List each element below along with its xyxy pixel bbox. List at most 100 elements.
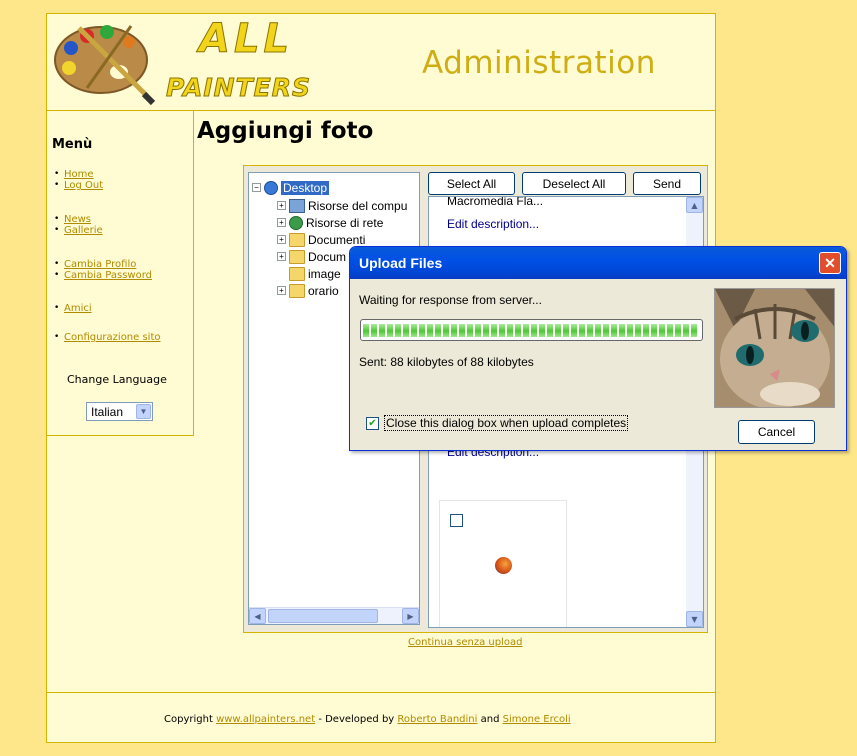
file-name-partial: Macromedia Fla... bbox=[447, 196, 544, 208]
menu-group-profile: • Cambia Profilo • Cambia Password bbox=[54, 259, 152, 281]
footer-divider bbox=[47, 692, 715, 693]
site-logo[interactable]: ALL PAINTERS bbox=[49, 16, 321, 106]
progress-segment bbox=[371, 324, 377, 337]
progress-segment bbox=[387, 324, 393, 337]
progress-segment bbox=[467, 324, 473, 337]
tree-row-documenti[interactable]: + Documenti bbox=[277, 231, 365, 248]
author-link-roberto[interactable]: Roberto Bandini bbox=[397, 714, 477, 725]
progress-segment bbox=[483, 324, 489, 337]
progress-segment bbox=[475, 324, 481, 337]
progress-segment bbox=[515, 324, 521, 337]
tree-row-desktop[interactable]: − Desktop bbox=[252, 179, 330, 196]
menu-group-content: • News • Gallerie bbox=[54, 214, 103, 236]
site-link[interactable]: www.allpainters.net bbox=[216, 714, 315, 725]
close-when-complete-label[interactable]: Close this dialog box when upload comple… bbox=[384, 415, 629, 431]
progress-segment bbox=[379, 324, 385, 337]
progress-fill bbox=[363, 323, 700, 337]
file-select-checkbox[interactable] bbox=[450, 514, 463, 527]
tree-label-desktop: Desktop bbox=[281, 180, 330, 195]
cat-photo-icon bbox=[715, 289, 834, 407]
folder-icon bbox=[289, 283, 305, 298]
header: ALL PAINTERS Administration bbox=[47, 14, 715, 111]
progress-segment bbox=[595, 324, 601, 337]
tree-row-docum[interactable]: + Docum bbox=[277, 248, 346, 265]
deselect-all-button[interactable]: Deselect All bbox=[522, 172, 626, 195]
progress-segment bbox=[635, 324, 641, 337]
preview-image bbox=[714, 288, 835, 408]
progress-segment bbox=[435, 324, 441, 337]
collapse-icon[interactable]: − bbox=[252, 183, 261, 192]
file-thumbnail[interactable] bbox=[439, 500, 567, 627]
expand-icon[interactable]: + bbox=[277, 218, 286, 227]
menu-link-news[interactable]: News bbox=[64, 214, 91, 225]
progress-segment bbox=[403, 324, 409, 337]
logo-text-all: ALL bbox=[199, 16, 293, 63]
tree-label: Risorse di rete bbox=[306, 215, 384, 230]
menu-link-cambia-profilo[interactable]: Cambia Profilo bbox=[64, 259, 136, 270]
sidebar: Menù • Home • Log Out • News • Gallerie • Cam… bbox=[47, 111, 194, 436]
progress-segment bbox=[523, 324, 529, 337]
cancel-button[interactable]: Cancel bbox=[738, 420, 815, 444]
upload-progress-bar bbox=[360, 319, 703, 341]
chevron-down-icon[interactable]: ▼ bbox=[136, 404, 151, 419]
folder-icon bbox=[289, 266, 305, 281]
progress-segment bbox=[499, 324, 505, 337]
close-icon[interactable]: ✕ bbox=[819, 252, 841, 274]
progress-segment bbox=[667, 324, 673, 337]
progress-segment bbox=[611, 324, 617, 337]
developed-by-text: - Developed by bbox=[318, 714, 395, 725]
progress-segment bbox=[411, 324, 417, 337]
page-title: Aggiungi foto bbox=[197, 118, 374, 144]
progress-segment bbox=[555, 324, 561, 337]
author-link-simone[interactable]: Simone Ercoli bbox=[503, 714, 571, 725]
status-text: Waiting for response from server... bbox=[359, 293, 542, 307]
progress-segment bbox=[547, 324, 553, 337]
progress-segment bbox=[395, 324, 401, 337]
menu-group-config: • Configurazione sito bbox=[54, 332, 182, 354]
progress-segment bbox=[491, 324, 497, 337]
progress-segment bbox=[459, 324, 465, 337]
expand-icon[interactable]: + bbox=[277, 252, 286, 261]
scroll-left-icon[interactable]: ◀ bbox=[249, 608, 266, 624]
and-text: and bbox=[480, 714, 500, 725]
menu-link-home[interactable]: Home bbox=[64, 169, 94, 180]
dialog-body: Waiting for response from server... Sent… bbox=[354, 279, 842, 447]
tree-label: Documenti bbox=[308, 232, 366, 247]
menu-link-gallerie[interactable]: Gallerie bbox=[64, 225, 103, 236]
tree-row-risorse-rete[interactable]: + Risorse di rete bbox=[277, 214, 383, 231]
edit-description-link[interactable]: Edit description... bbox=[447, 217, 539, 231]
progress-segment bbox=[451, 324, 457, 337]
scroll-right-icon[interactable]: ▶ bbox=[402, 608, 419, 624]
menu-link-logout[interactable]: Log Out bbox=[64, 180, 103, 191]
tree-row-orario[interactable]: + orario bbox=[277, 282, 339, 299]
scroll-down-icon[interactable]: ▼ bbox=[686, 611, 703, 627]
scroll-thumb[interactable] bbox=[268, 609, 378, 623]
logo-text-painters: PAINTERS bbox=[166, 73, 311, 103]
progress-segment bbox=[643, 324, 649, 337]
language-select[interactable]: Italian ▼ bbox=[86, 402, 153, 421]
expand-icon[interactable]: + bbox=[277, 201, 286, 210]
dialog-title: Upload Files bbox=[359, 255, 443, 271]
tree-label: orario bbox=[308, 283, 339, 298]
menu-title: Menù bbox=[52, 137, 93, 152]
upload-files-dialog: Upload Files ✕ Waiting for response from… bbox=[349, 246, 847, 451]
send-button[interactable]: Send bbox=[633, 172, 701, 195]
scroll-up-icon[interactable]: ▲ bbox=[686, 197, 703, 213]
tree-label: Docum bbox=[308, 249, 347, 264]
expand-icon[interactable]: + bbox=[277, 235, 286, 244]
folder-icon bbox=[289, 232, 305, 247]
progress-segment bbox=[363, 324, 369, 337]
expand-icon[interactable]: + bbox=[277, 286, 286, 295]
close-when-complete-checkbox[interactable]: ✔ bbox=[366, 417, 379, 430]
tree-row-risorse-computer[interactable]: + Risorse del compu bbox=[277, 197, 407, 214]
menu-group-account: • Home • Log Out bbox=[54, 169, 104, 191]
tree-row-image[interactable]: image bbox=[289, 265, 341, 282]
dialog-titlebar[interactable]: Upload Files ✕ bbox=[350, 247, 846, 279]
network-globe-icon bbox=[289, 215, 303, 230]
menu-link-configurazione[interactable]: Configurazione sito bbox=[64, 332, 164, 343]
menu-link-amici[interactable]: Amici bbox=[64, 303, 92, 314]
menu-link-cambia-password[interactable]: Cambia Password bbox=[64, 270, 152, 281]
horizontal-scrollbar[interactable]: ◀ ▶ bbox=[249, 607, 419, 624]
continue-without-upload-link[interactable]: Continua senza upload bbox=[408, 637, 522, 648]
select-all-button[interactable]: Select All bbox=[428, 172, 515, 195]
